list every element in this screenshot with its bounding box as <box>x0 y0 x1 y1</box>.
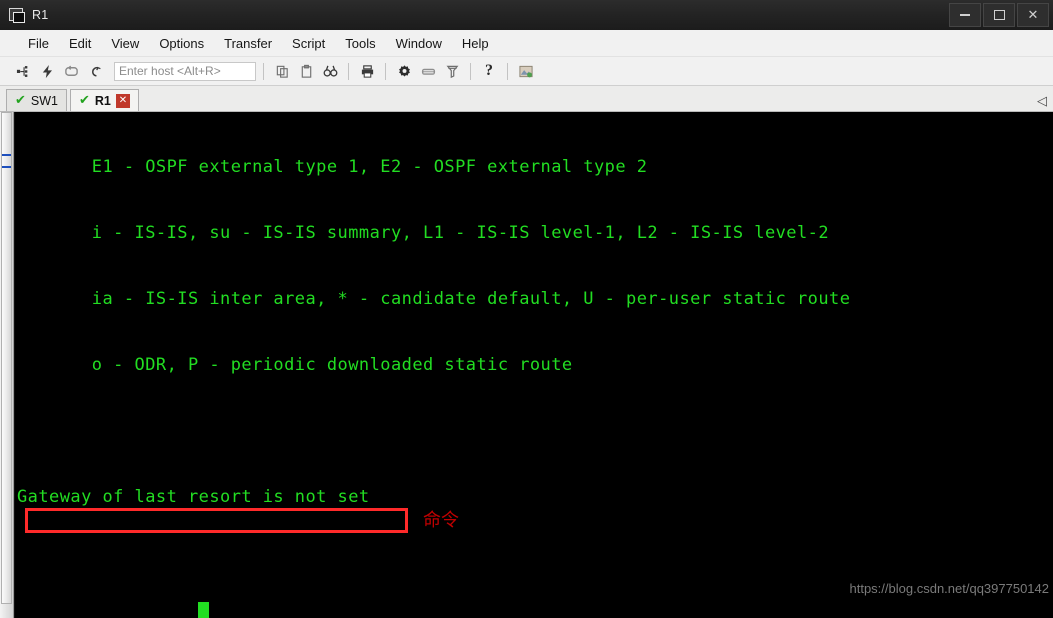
window-controls: ✕ <box>949 0 1053 30</box>
tab-status-check-icon: ✔ <box>79 93 90 108</box>
menu-item-file[interactable]: File <box>18 33 59 54</box>
tab-close-icon[interactable]: ✕ <box>115 93 130 108</box>
terminal-screen[interactable]: E1 - OSPF external type 1, E2 - OSPF ext… <box>14 112 1053 618</box>
terminal-cursor <box>198 602 209 618</box>
toolbar-separator <box>263 62 264 80</box>
disconnect-icon[interactable] <box>84 60 106 82</box>
filter-icon[interactable] <box>441 60 463 82</box>
terminal-area: E1 - OSPF external type 1, E2 - OSPF ext… <box>0 112 1053 618</box>
scrollbar-artifact <box>2 166 11 168</box>
close-button[interactable]: ✕ <box>1017 3 1049 27</box>
settings-gear-icon[interactable] <box>393 60 415 82</box>
quick-connect-icon[interactable] <box>36 60 58 82</box>
find-icon[interactable] <box>319 60 341 82</box>
toolbar-separator <box>507 62 508 80</box>
toolbar-separator <box>385 62 386 80</box>
menu-item-edit[interactable]: Edit <box>59 33 101 54</box>
terminal-window-icon <box>9 7 25 23</box>
tab-scroll-left-icon[interactable]: ◁ <box>1037 95 1047 108</box>
scrollbar-mark <box>1 348 12 360</box>
print-icon[interactable] <box>356 60 378 82</box>
minimize-button[interactable] <box>949 3 981 27</box>
help-glyph: ? <box>485 62 493 79</box>
window-title: R1 <box>32 8 49 22</box>
scrollbar-mark <box>1 232 12 244</box>
help-icon[interactable]: ? <box>478 60 500 82</box>
close-icon: ✕ <box>1027 7 1039 23</box>
toolbar-separator <box>470 62 471 80</box>
terminal-line: ia - IS-IS inter area, * - candidate def… <box>17 289 851 309</box>
title-bar: R1 ✕ <box>0 0 1053 30</box>
tab-status-check-icon: ✔ <box>15 93 26 108</box>
toolbar-separator <box>348 62 349 80</box>
screenshot-icon[interactable] <box>515 60 537 82</box>
menu-item-window[interactable]: Window <box>386 33 452 54</box>
vertical-scrollbar[interactable] <box>0 112 14 618</box>
menu-item-options[interactable]: Options <box>149 33 214 54</box>
terminal-output: E1 - OSPF external type 1, E2 - OSPF ext… <box>15 112 872 618</box>
reconnect-icon[interactable] <box>60 60 82 82</box>
terminal-line: Gateway of last resort is not set <box>17 487 370 507</box>
scrollbar-artifact <box>2 154 11 156</box>
terminal-line: o - ODR, P - periodic downloaded static … <box>17 355 573 375</box>
terminal-line: i - IS-IS, su - IS-IS summary, L1 - IS-I… <box>17 223 830 243</box>
connect-icon[interactable] <box>12 60 34 82</box>
menu-item-view[interactable]: View <box>101 33 149 54</box>
paste-icon[interactable] <box>295 60 317 82</box>
annotation-label: 命令 <box>423 510 459 531</box>
host-input[interactable] <box>114 61 256 81</box>
keyboard-icon[interactable] <box>417 60 439 82</box>
menu-item-tools[interactable]: Tools <box>335 33 385 54</box>
tab-r1[interactable]: ✔ R1 ✕ <box>70 89 139 111</box>
menu-item-script[interactable]: Script <box>282 33 335 54</box>
terminal-line: E1 - OSPF external type 1, E2 - OSPF ext… <box>17 157 648 177</box>
restore-button[interactable] <box>983 3 1015 27</box>
tab-label: R1 <box>94 93 111 108</box>
watermark: https://blog.csdn.net/qq397750142 <box>849 581 1050 596</box>
tab-bar: ✔ SW1 ✔ R1 ✕ ◁ <box>0 86 1053 112</box>
menu-item-transfer[interactable]: Transfer <box>214 33 282 54</box>
tab-sw1[interactable]: ✔ SW1 <box>6 89 67 111</box>
tab-label: SW1 <box>30 93 58 108</box>
copy-icon[interactable] <box>271 60 293 82</box>
menu-bar: File Edit View Options Transfer Script T… <box>0 30 1053 57</box>
toolbar: ? <box>0 57 1053 86</box>
menu-item-help[interactable]: Help <box>452 33 499 54</box>
